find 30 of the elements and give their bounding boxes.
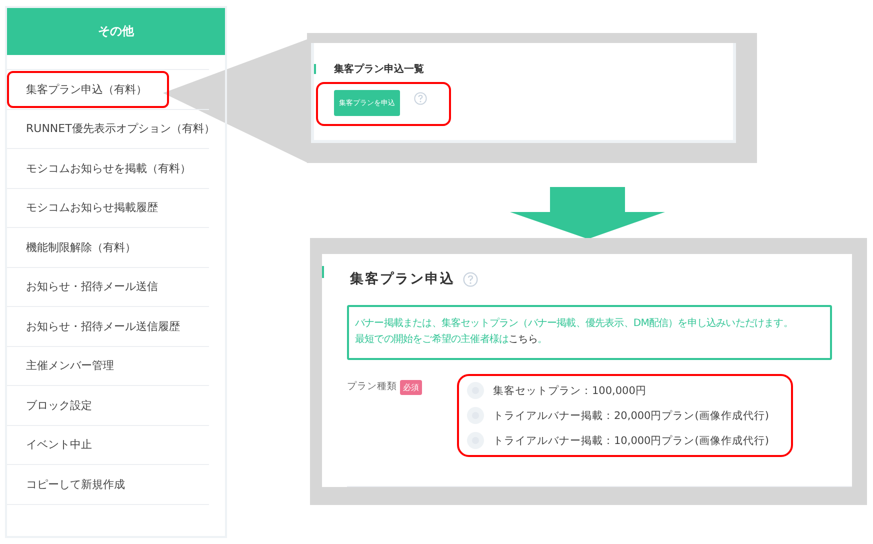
- sidebar-item[interactable]: RUNNET優先表示オプション（有料）: [7, 110, 225, 148]
- radio-button[interactable]: [467, 382, 484, 399]
- title-marker: [314, 64, 316, 74]
- sidebar-item[interactable]: 機能制限解除（有料）: [7, 228, 146, 266]
- radio-button[interactable]: [467, 432, 484, 449]
- option-label[interactable]: トライアルバナー掲載：20,000円プラン(画像作成代行): [493, 408, 769, 422]
- sidebar-item[interactable]: モシコムお知らせ掲載履歴: [7, 189, 168, 226]
- down-arrow-icon: [510, 187, 665, 239]
- sidebar-title: その他: [7, 8, 225, 55]
- radio-button[interactable]: [467, 407, 484, 424]
- sidebar-item[interactable]: モシコムお知らせを掲載（有料）: [7, 150, 201, 187]
- notice-text: 最短での開始をご希望の主催者様はこちら。: [355, 332, 548, 347]
- sidebar-item[interactable]: お知らせ・招待メール送信履歴: [7, 308, 190, 345]
- option-label[interactable]: 集客セットプラン：100,000円: [493, 384, 646, 398]
- form-title: 集客プラン申込: [350, 270, 455, 288]
- sidebar-item[interactable]: ブロック設定: [7, 386, 102, 424]
- sidebar-item[interactable]: 主催メンバー管理: [7, 347, 124, 384]
- sidebar-item[interactable]: 集客プラン申込（有料）: [7, 70, 169, 108]
- field-label: プラン種類: [347, 380, 397, 393]
- required-badge: 必須: [400, 380, 422, 395]
- help-icon[interactable]: [414, 92, 427, 105]
- sidebar-item[interactable]: コピーして新規作成: [7, 466, 135, 503]
- sidebar-item[interactable]: イベント中止: [7, 426, 102, 464]
- help-icon[interactable]: [463, 272, 478, 286]
- title-marker: [322, 266, 324, 278]
- notice-text: バナー掲載または、集客セットプラン（バナー掲載、優先表示、DM配信）を申し込みいただけます。: [355, 316, 794, 331]
- notice-link[interactable]: こちら: [508, 334, 538, 345]
- panel-title: 集客プラン申込一覧: [334, 62, 424, 76]
- option-label[interactable]: トライアルバナー掲載：10,000円プラン(画像作成代行): [493, 434, 769, 448]
- sidebar-item[interactable]: お知らせ・招待メール送信: [7, 268, 168, 306]
